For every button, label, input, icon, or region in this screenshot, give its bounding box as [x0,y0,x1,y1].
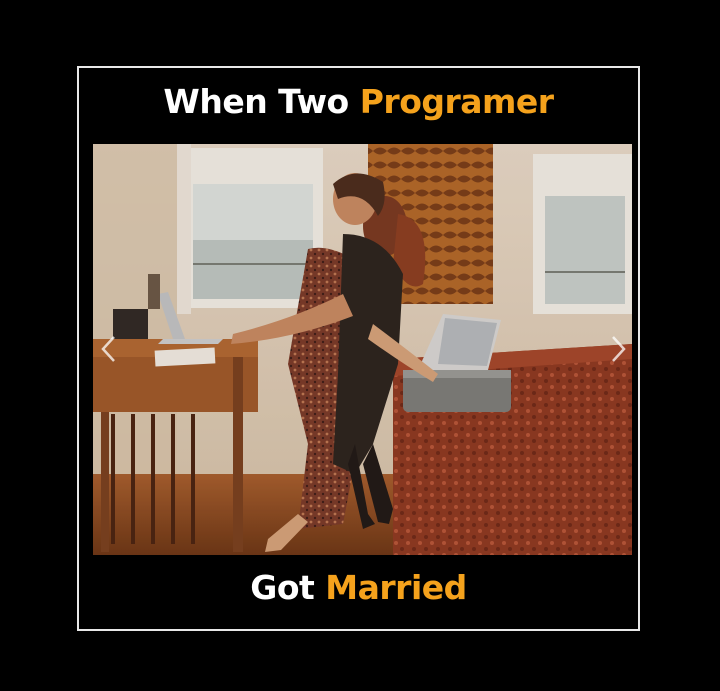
top-caption-orange: Programer [359,82,554,121]
top-caption: When Two Programer [79,82,638,121]
chevron-right-icon[interactable] [610,334,628,364]
bottom-caption: Got Married [79,568,638,607]
bedroom-photo-illustration [93,144,632,555]
meme-photo [93,144,632,555]
bottom-caption-orange: Married [325,568,467,607]
bottom-caption-white: Got [250,568,315,607]
top-caption-white: When Two [163,82,349,121]
meme-frame: When Two Programer Got Married [77,66,640,631]
chevron-left-icon[interactable] [99,334,117,364]
